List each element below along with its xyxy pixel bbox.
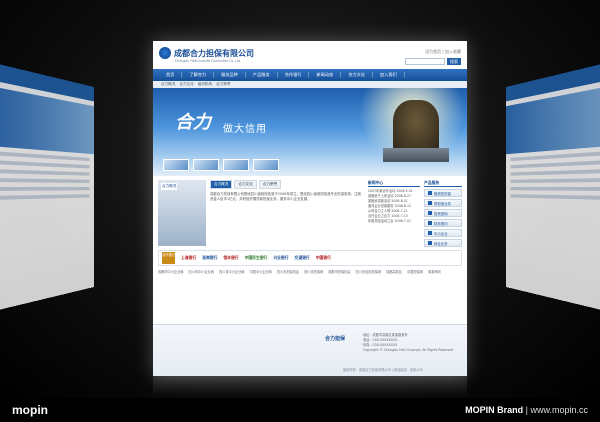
bank-logo[interactable]: 恒丰银行 — [223, 255, 238, 261]
bank-logo[interactable]: 中国民生银行 — [245, 255, 268, 261]
friend-link[interactable]: 中国中小企业网 — [250, 269, 272, 274]
footer-copyright: 版权所有：成都合力担保有限公司 | 网站建设：某某公司 — [343, 368, 423, 372]
bullet-icon — [428, 221, 432, 225]
partners-label: 合作银行 — [162, 252, 175, 264]
presentation-stage: 成都合力担保有限公司 Chengdu HeliChuanYe Guarantee… — [0, 0, 600, 398]
website-page: 成都合力担保有限公司 Chengdu HeliChuanYe Guarantee… — [153, 41, 467, 376]
sub-nav-item[interactable]: 组织机构 — [198, 82, 212, 87]
friend-link[interactable]: 成都市中小企业局 — [158, 269, 184, 274]
nav-item[interactable]: 合作银行 — [278, 72, 310, 78]
friend-link[interactable]: 成都高新区 — [386, 269, 402, 274]
site-title-en: Chengdu HeliChuanYe Guarantee Co.,Ltd. — [175, 59, 242, 63]
sub-nav-item[interactable]: 合力文化 — [179, 82, 193, 87]
bank-logo[interactable]: 浙商银行 — [202, 255, 217, 261]
site-title: 成都合力担保有限公司 — [174, 48, 254, 58]
friend-link[interactable]: 四川省担保网 — [304, 269, 323, 274]
partner-banks: 合作银行 上海银行 浙商银行 恒丰银行 中国民生银行 兴业银行 交通银行 中国银… — [158, 250, 462, 266]
intro-image: 合力概况 — [158, 180, 206, 246]
nav-item[interactable]: 合力文化 — [341, 72, 373, 78]
friend-link[interactable]: 中国担保网 — [407, 269, 423, 274]
service-link[interactable]: 财务顾问 — [424, 219, 462, 227]
bullet-icon — [428, 201, 432, 205]
main-nav: 首页 了解合力 服务品种 产品服务 合作银行 新闻动态 合力文化 加入我们 — [153, 69, 467, 81]
site-footer: 合力担保 地址：成都市高新区某某路某号 电话：028-XXXXXXXX 传真：0… — [153, 324, 467, 376]
nav-item[interactable]: 产品服务 — [246, 72, 278, 78]
bullet-icon — [428, 241, 432, 245]
friend-link[interactable]: 四川省中小企业网 — [189, 269, 215, 274]
intro-section: 合力概况 合力文化 合力荣誉 成都合力担保有限公司是经四川省政府批准于2008年… — [210, 180, 364, 246]
friend-link[interactable]: 四川省中小企业局 — [219, 269, 245, 274]
tab-culture[interactable]: 合力文化 — [234, 180, 257, 189]
sub-nav: 合力概况 合力文化 组织机构 合力荣誉 — [153, 81, 467, 88]
hero-banner: 合力 做大信用 — [153, 88, 467, 176]
banner-slogan: 做大信用 — [223, 124, 267, 135]
sub-nav-item[interactable]: 合力荣誉 — [216, 82, 230, 87]
search-input[interactable] — [405, 58, 445, 65]
sub-nav-item[interactable]: 合力概况 — [161, 82, 175, 87]
nav-item[interactable]: 首页 — [159, 72, 183, 78]
tab-overview[interactable]: 合力概况 — [210, 180, 233, 189]
friend-link[interactable]: 成都市担保协会 — [328, 269, 350, 274]
friend-link[interactable]: 四川省担保协会 — [277, 269, 299, 274]
lion-statue-image — [393, 100, 439, 152]
statue-plinth — [383, 148, 449, 162]
service-link[interactable]: 综合业务 — [424, 239, 462, 247]
banner-thumbnail[interactable] — [223, 159, 249, 171]
search-button[interactable]: 搜索 — [447, 58, 461, 65]
bank-logo[interactable]: 交通银行 — [295, 255, 310, 261]
site-logo[interactable]: 成都合力担保有限公司 — [159, 47, 254, 59]
watermark-bar: mopin MOPIN Brand | www.mopin.cc — [0, 398, 600, 422]
footer-info: 地址：成都市高新区某某路某号 电话：028-XXXXXXXX 传真：028-XX… — [363, 333, 454, 352]
bullet-icon — [428, 191, 432, 195]
bank-logo[interactable]: 上海银行 — [181, 255, 196, 261]
footer-logo: 合力担保 — [325, 336, 346, 342]
page-reflection — [153, 376, 467, 398]
bank-logo[interactable]: 兴业银行 — [273, 255, 288, 261]
tab-honors[interactable]: 合力荣誉 — [258, 180, 282, 189]
bank-logo[interactable]: 中国银行 — [316, 255, 331, 261]
intro-badge: 合力概况 — [161, 183, 178, 190]
logo-icon — [159, 47, 171, 59]
service-link[interactable]: 再担保业务 — [424, 199, 462, 207]
intro-text: 成都合力担保有限公司是经四川省政府批准于2008年成立，是经四川省政府批准专业担… — [210, 192, 362, 201]
service-link[interactable]: 融资性担保 — [424, 189, 462, 197]
news-item[interactable]: 年度总结活动之合 2008-7-01 — [368, 219, 420, 224]
bullet-icon — [428, 231, 432, 235]
nav-item[interactable]: 服务品种 — [214, 72, 246, 78]
banner-thumbnail[interactable] — [163, 159, 189, 171]
services-title: 产品服务 — [424, 180, 462, 187]
content-area: 合力概况 合力概况 合力文化 合力荣誉 成都合力担保有限公司是经四川省政府批准于… — [153, 176, 467, 250]
left-mirror-preview — [0, 62, 94, 312]
nav-item[interactable]: 加入我们 — [373, 72, 405, 78]
nav-item[interactable]: 了解合力 — [182, 72, 215, 78]
mopin-logo: mopin — [12, 403, 48, 417]
bullet-icon — [428, 211, 432, 215]
right-mirror-preview — [506, 62, 600, 312]
intro-tabs: 合力概况 合力文化 合力荣誉 — [210, 180, 364, 189]
friend-link[interactable]: 某某商网 — [428, 269, 441, 274]
services-section: 产品服务 融资性担保 再担保业务 投资咨询 财务顾问 中小企业 综合业务 — [424, 180, 462, 247]
banner-mark: 合力 — [175, 112, 211, 133]
mopin-brand: MOPIN Brand | www.mopin.cc — [465, 405, 588, 415]
service-link[interactable]: 中小企业 — [424, 229, 462, 237]
banner-thumbnail[interactable] — [253, 159, 279, 171]
nav-item[interactable]: 新闻动态 — [309, 72, 342, 78]
news-title: 新闻中心 — [368, 180, 420, 187]
banner-thumbnails — [163, 159, 279, 171]
search-bar: 搜索 — [405, 58, 461, 65]
site-header: 成都合力担保有限公司 Chengdu HeliChuanYe Guarantee… — [153, 41, 467, 69]
news-section: 新闻中心 2007年某合作活动 2008-9-01 某融资于上来活动 2008-… — [368, 180, 420, 246]
friend-links: 成都市中小企业局 四川省中小企业网 四川省中小企业局 中国中小企业网 四川省担保… — [158, 269, 462, 274]
top-links[interactable]: 设为首页 | 加入收藏 — [425, 49, 461, 55]
friend-link[interactable]: 四川省信用担保网 — [356, 269, 382, 274]
service-link[interactable]: 投资咨询 — [424, 209, 462, 217]
banner-thumbnail[interactable] — [193, 159, 219, 171]
